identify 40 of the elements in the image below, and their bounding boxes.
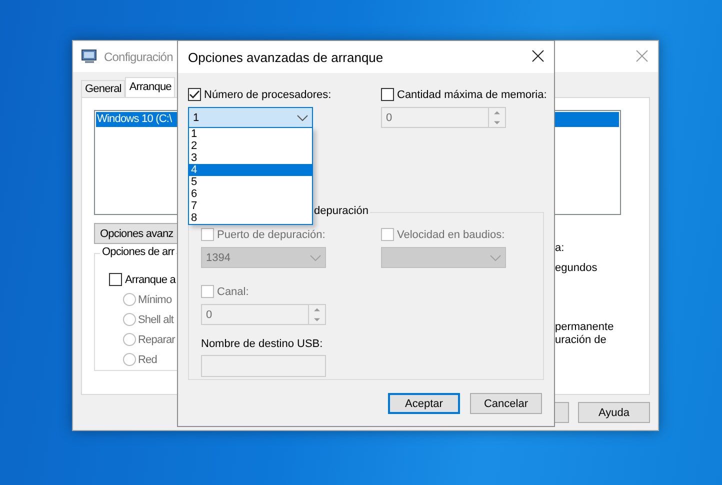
checkbox-label: Número de procesadores: (204, 88, 332, 100)
option-text: permanente (555, 321, 614, 333)
radio-label: Red (138, 354, 157, 366)
dialog-title: Opciones avanzadas de arranque (188, 50, 384, 64)
computer-icon (81, 49, 97, 64)
dropdown-option[interactable]: 1 (189, 128, 312, 140)
group-title: Opciones de arr (100, 246, 176, 258)
tab[interactable]: General (81, 80, 126, 97)
checkbox-label: Velocidad en baudios: (397, 228, 505, 240)
option-text: a: (555, 242, 564, 254)
dialog-button[interactable]: Cancelar (470, 393, 542, 414)
radio-label: Mínimo (138, 294, 172, 306)
field-label: Nombre de destino USB: (201, 338, 324, 350)
checkbox-label: Puerto de depuración: (217, 228, 326, 240)
close-icon[interactable] (532, 50, 544, 62)
help-button[interactable]: Ayuda (578, 402, 650, 423)
chevron-down-icon (297, 114, 308, 120)
chevron-down-icon (310, 254, 321, 260)
dropdown-option[interactable]: 6 (189, 188, 312, 200)
option-text: egundos (555, 262, 598, 274)
dialog-button[interactable]: Aceptar (388, 393, 460, 414)
dropdown-option[interactable]: 3 (189, 152, 312, 164)
group-title: depuración (312, 205, 370, 217)
checkbox-label: Canal: (217, 286, 249, 298)
radio-label: Reparar (138, 334, 175, 346)
dropdown-option[interactable]: 7 (189, 200, 312, 212)
chevron-down-icon (490, 254, 501, 260)
dropdown-option[interactable]: 8 (189, 212, 312, 224)
checkbox-label: Arranque a (125, 274, 176, 286)
dropdown-option[interactable]: 2 (189, 140, 312, 152)
tab[interactable]: Arranque (125, 77, 176, 97)
checkbox[interactable] (109, 273, 122, 286)
radio-label: Shell alt (138, 314, 174, 326)
processor-dropdown[interactable]: 1 (188, 107, 313, 128)
window-title: Configuración (104, 50, 173, 64)
option-text: uración de (555, 334, 606, 346)
checkbox[interactable] (188, 88, 201, 101)
dropdown-option[interactable]: 5 (189, 176, 312, 188)
checkbox-label: Cantidad máxima de memoria: (397, 88, 547, 100)
dropdown-option[interactable]: 4 (189, 164, 312, 176)
